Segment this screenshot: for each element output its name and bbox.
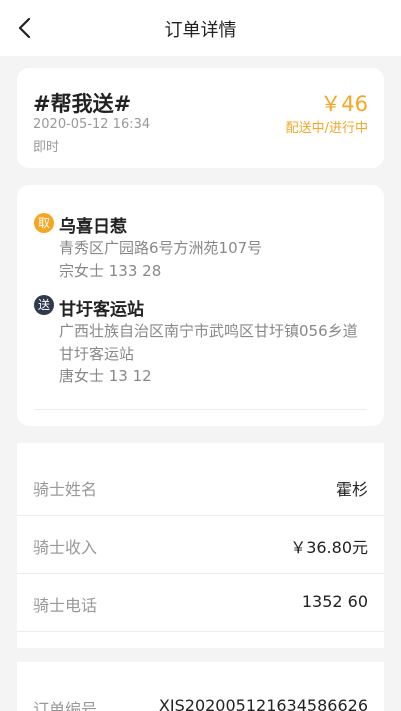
rider-name-value: 霍杉 (335, 480, 368, 499)
rider-phone-label: 骑士电话 (33, 596, 98, 615)
delivery-name: 甘圩客运站 (59, 300, 144, 320)
order-type: 即时 (33, 140, 60, 155)
order-summary-card: #帮我送# 2020-05-12 16:34 即时 ￥46 配送中/进行中 (17, 68, 384, 168)
order-title: #帮我送# (33, 92, 132, 116)
delivery-address-line1: 广西壮族自治区南宁市武鸣区甘圩镇056乡道 (59, 322, 358, 340)
rider-income-row: 骑士收入 ￥36.80元 (17, 516, 384, 574)
order-info-card: 订单编号 XJS2020051216345866​26 (17, 662, 384, 711)
rider-phone-row[interactable]: 骑士电话 1352 60 (17, 574, 384, 632)
delivery-badge-icon: 送 (34, 295, 54, 315)
order-price: ￥46 (320, 92, 368, 116)
top-nav-bar: 订单详情 (0, 0, 401, 56)
address-card: 取 乌喜日惹 青秀区广园路6号方洲苑107号 宗女士 133 28 送 甘圩客运… (17, 185, 384, 426)
pickup-name: 乌喜日惹 (59, 217, 127, 237)
pickup-badge-icon: 取 (34, 213, 54, 233)
rider-phone-value[interactable]: 1352 60 (302, 592, 368, 611)
rider-income-value: ￥36.80元 (290, 538, 368, 557)
order-number-value: XJS2020051216345866​26 (158, 696, 368, 711)
divider (34, 409, 367, 410)
order-number-label: 订单编号 (33, 700, 98, 711)
rider-name-row: 骑士姓名 霍杉 (17, 458, 384, 516)
order-status: 配送中/进行中 (285, 121, 368, 136)
pickup-address: 青秀区广园路6号方洲苑107号 (59, 239, 263, 257)
rider-name-label: 骑士姓名 (33, 480, 98, 499)
pickup-contact[interactable]: 宗女士 133 28 (59, 260, 161, 281)
delivery-address-line2: 甘圩客运站 (59, 345, 135, 363)
page-title: 订单详情 (164, 20, 237, 41)
delivery-contact[interactable]: 唐女士 13 12 (59, 365, 152, 386)
rider-info-card: 骑士姓名 霍杉 骑士收入 ￥36.80元 骑士电话 1352 60 (17, 443, 384, 648)
rider-income-label: 骑士收入 (33, 538, 98, 557)
order-time: 2020-05-12 16:34 (33, 117, 151, 132)
